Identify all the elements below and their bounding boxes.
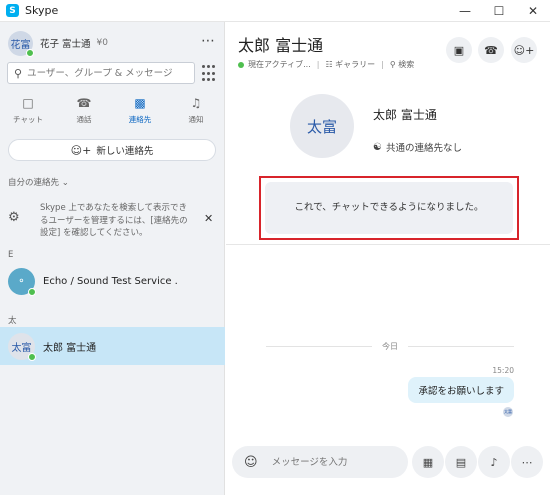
close-button[interactable]: ✕ — [516, 0, 550, 22]
chat-ready-notice: これで、チャットできるようになりました。 — [265, 182, 513, 234]
add-person-icon: ☺+ — [513, 43, 535, 57]
contact-card-name: 太郎 富士通 — [373, 108, 437, 122]
group-letter: 太 — [8, 316, 17, 326]
chat-status-bar: 現在アクティブ... | ☷ ギャラリー | ⚲ 検索 — [238, 59, 414, 70]
media-button[interactable]: ▦ — [412, 446, 444, 478]
new-contact-button[interactable]: ☺+ 新しい連絡先 — [8, 139, 216, 161]
contact-taro[interactable]: 太富 太郎 富士通 — [0, 327, 225, 365]
read-receipt-avatar: 太富 — [503, 407, 513, 417]
chat-icon: □ — [22, 96, 34, 110]
people-icon: ☯ — [373, 141, 382, 153]
phone-icon: ☎ — [76, 96, 92, 110]
phone-icon: ☎ — [484, 43, 498, 57]
search-icon: ⚲ — [389, 60, 399, 69]
search-box[interactable]: ⚲ — [7, 62, 195, 84]
contact-name: 太郎 富士通 — [43, 342, 97, 354]
tab-label: 通知 — [188, 115, 204, 124]
tab-calls[interactable]: ☎ 通話 — [56, 94, 112, 128]
avatar: 太富 — [8, 332, 36, 361]
chat-search-link[interactable]: 検索 — [398, 59, 414, 70]
gallery-icon: ▦ — [422, 455, 434, 469]
profile-name: 花子 富士通 — [40, 39, 91, 50]
gallery-icon: ☷ — [325, 60, 336, 69]
status-text: 現在アクティブ... — [248, 60, 311, 69]
tab-contacts[interactable]: ▩ 連絡先 — [112, 94, 168, 128]
skype-credit[interactable]: ¥0 — [97, 38, 108, 48]
tab-notifications[interactable]: ♫ 通知 — [168, 94, 224, 128]
bell-icon: ♫ — [190, 96, 202, 110]
tab-label: 通話 — [76, 115, 92, 124]
video-icon: ▣ — [453, 43, 465, 57]
maximize-button[interactable]: ☐ — [482, 0, 516, 22]
card-icon: ▤ — [455, 455, 467, 469]
group-letter: E — [8, 250, 14, 260]
new-contact-label: 新しい連絡先 — [96, 146, 154, 157]
profile[interactable]: 花富 花子 富士通 ¥0 ⋯ — [8, 30, 218, 57]
my-contacts-filter[interactable]: 自分の連絡先 ⌄ — [8, 176, 69, 188]
contact-echo[interactable]: ⚬ Echo / Sound Test Service . — [0, 262, 225, 300]
avatar-initials: 花富 — [10, 39, 31, 51]
my-contacts-label: 自分の連絡先 — [8, 178, 60, 188]
message-bubble[interactable]: 承認をお願いします — [408, 377, 514, 403]
contacts-icon: ▩ — [134, 96, 146, 110]
skype-icon: S — [6, 4, 19, 17]
message-input[interactable] — [271, 456, 402, 468]
add-people-button[interactable]: ☺+ — [511, 37, 537, 63]
composer[interactable]: ☺ — [232, 446, 408, 478]
minimize-button[interactable]: — — [448, 0, 482, 22]
divider: | — [381, 60, 384, 69]
window-title: Skype — [25, 4, 59, 17]
tab-label: 連絡先 — [128, 115, 152, 124]
audio-call-button[interactable]: ☎ — [478, 37, 504, 63]
divider — [226, 244, 550, 245]
presence-indicator — [238, 61, 244, 68]
headset-icon: ⚬ — [17, 275, 26, 287]
avatar-initials: 太富 — [11, 342, 32, 354]
title-bar: S Skype — ☐ ✕ — [0, 0, 550, 22]
emoji-icon[interactable]: ☺ — [244, 455, 258, 470]
presence-indicator — [28, 287, 36, 296]
search-icon: ⚲ — [14, 66, 23, 80]
hint-text[interactable]: Skype 上であなたを検索して表示できるユーザーを管理するには、[連絡先の設定… — [40, 202, 190, 242]
voice-message-button[interactable]: ♪ — [478, 446, 510, 478]
tab-chat[interactable]: □ チャット — [0, 94, 56, 128]
chat-title[interactable]: 太郎 富士通 — [238, 32, 323, 56]
contact-card-avatar[interactable]: 太富 — [290, 94, 354, 158]
echo-avatar: ⚬ — [8, 267, 36, 296]
more-icon: ⋯ — [521, 455, 533, 469]
shared-contacts: ☯ 共通の連絡先なし — [373, 140, 462, 155]
presence-indicator — [26, 48, 34, 57]
highlight-frame: これで、チャットできるようになりました。 — [259, 176, 519, 240]
chevron-down-icon: ⌄ — [61, 178, 69, 188]
window-controls: — ☐ ✕ — [448, 0, 550, 22]
search-input[interactable] — [27, 67, 178, 79]
more-options-button[interactable]: ⋯ — [511, 446, 543, 478]
chat-panel: 太郎 富士通 現在アクティブ... | ☷ ギャラリー | ⚲ 検索 ▣ ☎ ☺… — [226, 22, 550, 495]
tab-label: チャット — [13, 115, 43, 124]
people-icon: ⚙ — [8, 210, 20, 225]
shared-contacts-text: 共通の連絡先なし — [385, 143, 462, 154]
dialpad-icon[interactable] — [199, 65, 217, 83]
add-contact-icon: ☺+ — [70, 143, 92, 157]
contact-settings-hint: ⚙ Skype 上であなたを検索して表示できるユーザーを管理するには、[連絡先の… — [8, 202, 218, 242]
sidebar-nav: □ チャット ☎ 通話 ▩ 連絡先 ♫ 通知 — [0, 94, 225, 128]
avatar[interactable]: 花富 — [8, 30, 34, 57]
divider: | — [316, 60, 320, 69]
more-options-button[interactable]: ⋯ — [201, 33, 216, 49]
presence-indicator — [28, 352, 36, 361]
video-call-button[interactable]: ▣ — [446, 37, 472, 63]
message-time: 15:20 — [492, 366, 514, 375]
contact-card-button[interactable]: ▤ — [445, 446, 477, 478]
microphone-icon: ♪ — [490, 455, 498, 469]
gallery-link[interactable]: ギャラリー — [335, 59, 375, 70]
date-label: 今日 — [372, 341, 408, 352]
sidebar: 花富 花子 富士通 ¥0 ⋯ ⚲ □ チャット ☎ 通話 ▩ 連絡先 ♫ 通知 … — [0, 22, 225, 495]
contact-name: Echo / Sound Test Service . — [43, 275, 178, 287]
dismiss-hint-button[interactable]: ✕ — [204, 212, 213, 242]
